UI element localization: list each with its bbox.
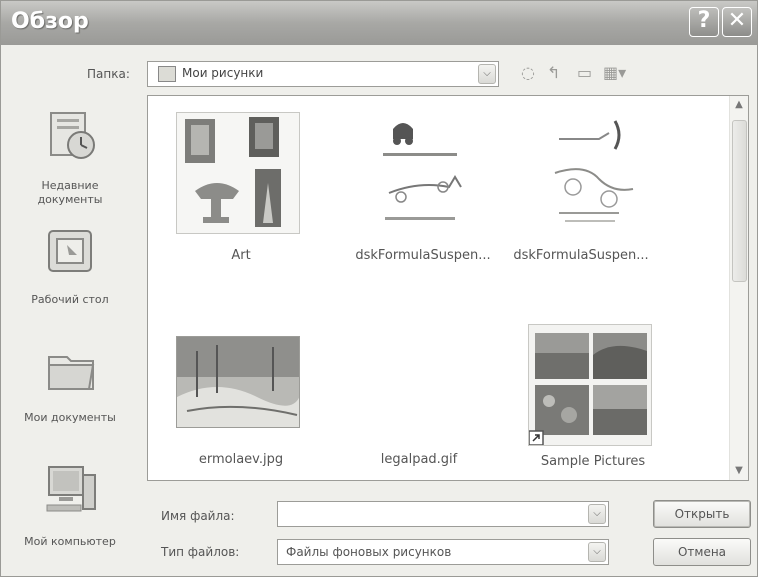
list-item[interactable]: Art [156, 112, 306, 272]
desktop-icon [48, 230, 92, 272]
views-menu-icon[interactable]: ▦▾ [603, 63, 626, 82]
help-button[interactable]: ? [689, 7, 719, 37]
close-button[interactable]: ✕ [722, 7, 752, 37]
place-recent-documents[interactable]: Недавние документы [11, 97, 129, 209]
places-bar: Недавние документы Рабочий стол Мои доку… [11, 97, 129, 576]
file-name: legalpad.gif [380, 452, 458, 467]
dialog-title: Обзор [11, 9, 89, 34]
file-name: dskFormulaSuspen... [355, 248, 491, 263]
image-thumbnail [176, 336, 300, 428]
list-item[interactable]: legalpad.gif [338, 332, 488, 467]
place-my-computer[interactable]: Мой компьютер [11, 447, 129, 575]
lookin-label: Папка: [87, 67, 130, 81]
vertical-scrollbar[interactable]: ▲ ▼ [729, 96, 748, 480]
file-name: Sample Pictures [540, 454, 646, 469]
lookin-dropdown[interactable]: Мои рисунки ⌵ [147, 61, 499, 87]
scrollbar-thumb[interactable] [732, 120, 747, 282]
up-folder-icon[interactable]: ↰ [547, 63, 560, 82]
image-thumbnail [358, 112, 482, 234]
filetype-value: Файлы фоновых рисунков [286, 545, 452, 559]
place-my-documents[interactable]: Мои документы [11, 327, 129, 437]
filename-input[interactable]: ⌵ [277, 501, 609, 527]
filetype-label: Тип файлов: [161, 545, 240, 559]
file-list[interactable]: Art dskFormulaSuspen... dskFormulaSuspen… [147, 95, 749, 481]
chevron-down-icon[interactable]: ⌵ [588, 542, 606, 562]
file-name: ermolaev.jpg [198, 452, 284, 467]
title-bar[interactable]: Обзор ? ✕ [1, 1, 757, 45]
list-item[interactable]: dskFormulaSuspen... [338, 112, 491, 272]
new-folder-icon[interactable]: ▭ [577, 63, 592, 82]
list-item[interactable]: Sample Pictures [508, 324, 658, 469]
file-name: dskFormulaSuspen... [513, 248, 649, 263]
scroll-up-icon[interactable]: ▲ [730, 96, 748, 114]
filename-label: Имя файла: [161, 509, 235, 523]
recent-documents-icon [50, 112, 95, 159]
place-label-my-documents: Мои документы [24, 411, 116, 424]
folder-icon [158, 66, 176, 82]
browse-dialog: Обзор ? ✕ Папка: Мои рисунки ⌵ ◌ ↰ ▭ ▦▾ … [0, 0, 758, 577]
place-label-recent: Недавние документы [37, 179, 103, 206]
chevron-down-icon[interactable]: ⌵ [478, 64, 496, 84]
image-thumbnail [358, 378, 482, 382]
open-button[interactable]: Открыть [653, 500, 751, 528]
cancel-button[interactable]: Отмена [653, 538, 751, 566]
filetype-select[interactable]: Файлы фоновых рисунков ⌵ [277, 539, 609, 565]
list-item[interactable]: ermolaev.jpg [156, 332, 306, 467]
place-label-my-computer: Мой компьютер [24, 535, 116, 548]
my-documents-icon [48, 356, 95, 390]
chevron-down-icon[interactable]: ⌵ [588, 504, 606, 524]
image-thumbnail [528, 112, 652, 234]
back-icon[interactable]: ◌ [521, 63, 535, 82]
place-desktop[interactable]: Рабочий стол [11, 217, 129, 317]
folder-thumbnail [176, 112, 300, 234]
place-label-desktop: Рабочий стол [31, 293, 109, 306]
scroll-down-icon[interactable]: ▼ [730, 462, 748, 480]
list-item[interactable]: dskFormulaSuspen... [508, 112, 658, 272]
file-name: Art [231, 248, 251, 263]
lookin-value: Мои рисунки [182, 66, 264, 80]
my-computer-icon [46, 466, 96, 512]
folder-thumbnail [528, 324, 652, 446]
